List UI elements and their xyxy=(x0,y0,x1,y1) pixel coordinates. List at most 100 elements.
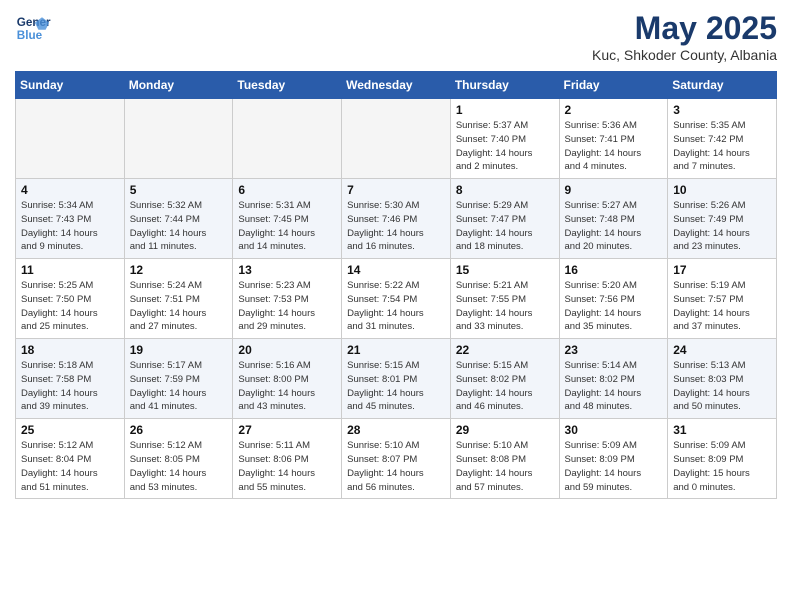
calendar-cell: 26 Sunrise: 5:12 AM Sunset: 8:05 PM Dayli… xyxy=(124,419,233,499)
calendar-cell: 27 Sunrise: 5:11 AM Sunset: 8:06 PM Dayli… xyxy=(233,419,342,499)
calendar-cell: 22 Sunrise: 5:15 AM Sunset: 8:02 PM Dayli… xyxy=(450,339,559,419)
day-number: 3 xyxy=(673,103,771,117)
calendar-cell: 19Sunrise: 5:17 AM Sunset: 7:59 PM Dayli… xyxy=(124,339,233,419)
day-number: 30 xyxy=(565,423,663,437)
calendar-cell: 21 Sunrise: 5:15 AM Sunset: 8:01 PM Dayli… xyxy=(342,339,451,419)
day-number: 29 xyxy=(456,423,554,437)
calendar-cell: 31 Sunrise: 5:09 AM Sunset: 8:09 PM Dayli… xyxy=(668,419,777,499)
weekday-header-row: SundayMondayTuesdayWednesdayThursdayFrid… xyxy=(16,72,777,99)
day-info: Sunrise: 5:15 AM Sunset: 8:01 PM Dayligh… xyxy=(347,359,445,414)
weekday-header-tuesday: Tuesday xyxy=(233,72,342,99)
day-info: Sunrise: 5:21 AM Sunset: 7:55 PM Dayligh… xyxy=(456,279,554,334)
weekday-header-saturday: Saturday xyxy=(668,72,777,99)
calendar-cell: 20 Sunrise: 5:16 AM Sunset: 8:00 PM Dayli… xyxy=(233,339,342,419)
calendar-cell: 4 Sunrise: 5:34 AM Sunset: 7:43 PM Daylig… xyxy=(16,179,125,259)
logo: General Blue xyxy=(15,10,51,46)
day-info: Sunrise: 5:36 AM Sunset: 7:41 PM Dayligh… xyxy=(565,119,663,174)
calendar-cell: 24Sunrise: 5:13 AM Sunset: 8:03 PM Dayli… xyxy=(668,339,777,419)
day-number: 19 xyxy=(130,343,228,357)
day-info: Sunrise: 5:24 AM Sunset: 7:51 PM Dayligh… xyxy=(130,279,228,334)
day-number: 14 xyxy=(347,263,445,277)
day-info: Sunrise: 5:11 AM Sunset: 8:06 PM Dayligh… xyxy=(238,439,336,494)
day-info: Sunrise: 5:09 AM Sunset: 8:09 PM Dayligh… xyxy=(673,439,771,494)
day-info: Sunrise: 5:32 AM Sunset: 7:44 PM Dayligh… xyxy=(130,199,228,254)
week-row-5: 25Sunrise: 5:12 AM Sunset: 8:04 PM Dayli… xyxy=(16,419,777,499)
weekday-header-friday: Friday xyxy=(559,72,668,99)
week-row-3: 11 Sunrise: 5:25 AM Sunset: 7:50 PM Dayli… xyxy=(16,259,777,339)
weekday-header-wednesday: Wednesday xyxy=(342,72,451,99)
day-number: 22 xyxy=(456,343,554,357)
day-info: Sunrise: 5:14 AM Sunset: 8:02 PM Dayligh… xyxy=(565,359,663,414)
calendar-cell: 9 Sunrise: 5:27 AM Sunset: 7:48 PM Daylig… xyxy=(559,179,668,259)
location-title: Kuc, Shkoder County, Albania xyxy=(592,47,777,63)
calendar-cell xyxy=(342,99,451,179)
day-number: 8 xyxy=(456,183,554,197)
calendar-cell: 8 Sunrise: 5:29 AM Sunset: 7:47 PM Daylig… xyxy=(450,179,559,259)
day-number: 26 xyxy=(130,423,228,437)
day-number: 18 xyxy=(21,343,119,357)
day-info: Sunrise: 5:27 AM Sunset: 7:48 PM Dayligh… xyxy=(565,199,663,254)
calendar-cell: 10Sunrise: 5:26 AM Sunset: 7:49 PM Dayli… xyxy=(668,179,777,259)
day-number: 7 xyxy=(347,183,445,197)
day-number: 4 xyxy=(21,183,119,197)
day-info: Sunrise: 5:19 AM Sunset: 7:57 PM Dayligh… xyxy=(673,279,771,334)
calendar-cell: 15 Sunrise: 5:21 AM Sunset: 7:55 PM Dayli… xyxy=(450,259,559,339)
day-info: Sunrise: 5:16 AM Sunset: 8:00 PM Dayligh… xyxy=(238,359,336,414)
day-number: 15 xyxy=(456,263,554,277)
title-block: May 2025 Kuc, Shkoder County, Albania xyxy=(592,10,777,63)
calendar-cell: 12Sunrise: 5:24 AM Sunset: 7:51 PM Dayli… xyxy=(124,259,233,339)
weekday-header-thursday: Thursday xyxy=(450,72,559,99)
weekday-header-monday: Monday xyxy=(124,72,233,99)
day-info: Sunrise: 5:15 AM Sunset: 8:02 PM Dayligh… xyxy=(456,359,554,414)
day-info: Sunrise: 5:34 AM Sunset: 7:43 PM Dayligh… xyxy=(21,199,119,254)
calendar-cell: 1 Sunrise: 5:37 AM Sunset: 7:40 PM Daylig… xyxy=(450,99,559,179)
day-info: Sunrise: 5:20 AM Sunset: 7:56 PM Dayligh… xyxy=(565,279,663,334)
week-row-2: 4 Sunrise: 5:34 AM Sunset: 7:43 PM Daylig… xyxy=(16,179,777,259)
day-number: 1 xyxy=(456,103,554,117)
calendar-cell: 25Sunrise: 5:12 AM Sunset: 8:04 PM Dayli… xyxy=(16,419,125,499)
calendar-cell xyxy=(124,99,233,179)
month-title: May 2025 xyxy=(592,10,777,47)
calendar-cell: 18 Sunrise: 5:18 AM Sunset: 7:58 PM Dayli… xyxy=(16,339,125,419)
week-row-4: 18 Sunrise: 5:18 AM Sunset: 7:58 PM Dayli… xyxy=(16,339,777,419)
svg-text:Blue: Blue xyxy=(17,29,43,42)
day-info: Sunrise: 5:25 AM Sunset: 7:50 PM Dayligh… xyxy=(21,279,119,334)
day-info: Sunrise: 5:35 AM Sunset: 7:42 PM Dayligh… xyxy=(673,119,771,174)
day-number: 16 xyxy=(565,263,663,277)
calendar-cell: 13 Sunrise: 5:23 AM Sunset: 7:53 PM Dayli… xyxy=(233,259,342,339)
day-info: Sunrise: 5:12 AM Sunset: 8:04 PM Dayligh… xyxy=(21,439,119,494)
calendar-cell: 3 Sunrise: 5:35 AM Sunset: 7:42 PM Daylig… xyxy=(668,99,777,179)
day-number: 24 xyxy=(673,343,771,357)
day-info: Sunrise: 5:37 AM Sunset: 7:40 PM Dayligh… xyxy=(456,119,554,174)
day-number: 9 xyxy=(565,183,663,197)
day-number: 11 xyxy=(21,263,119,277)
calendar-cell: 11 Sunrise: 5:25 AM Sunset: 7:50 PM Dayli… xyxy=(16,259,125,339)
day-number: 21 xyxy=(347,343,445,357)
calendar-cell xyxy=(233,99,342,179)
day-info: Sunrise: 5:10 AM Sunset: 8:08 PM Dayligh… xyxy=(456,439,554,494)
day-number: 31 xyxy=(673,423,771,437)
day-info: Sunrise: 5:09 AM Sunset: 8:09 PM Dayligh… xyxy=(565,439,663,494)
day-number: 20 xyxy=(238,343,336,357)
day-info: Sunrise: 5:12 AM Sunset: 8:05 PM Dayligh… xyxy=(130,439,228,494)
day-info: Sunrise: 5:22 AM Sunset: 7:54 PM Dayligh… xyxy=(347,279,445,334)
day-info: Sunrise: 5:10 AM Sunset: 8:07 PM Dayligh… xyxy=(347,439,445,494)
calendar-cell: 2 Sunrise: 5:36 AM Sunset: 7:41 PM Daylig… xyxy=(559,99,668,179)
weekday-header-sunday: Sunday xyxy=(16,72,125,99)
week-row-1: 1 Sunrise: 5:37 AM Sunset: 7:40 PM Daylig… xyxy=(16,99,777,179)
day-number: 2 xyxy=(565,103,663,117)
day-number: 23 xyxy=(565,343,663,357)
day-info: Sunrise: 5:29 AM Sunset: 7:47 PM Dayligh… xyxy=(456,199,554,254)
day-number: 10 xyxy=(673,183,771,197)
calendar-cell: 7Sunrise: 5:30 AM Sunset: 7:46 PM Daylig… xyxy=(342,179,451,259)
day-info: Sunrise: 5:31 AM Sunset: 7:45 PM Dayligh… xyxy=(238,199,336,254)
calendar-table: SundayMondayTuesdayWednesdayThursdayFrid… xyxy=(15,71,777,499)
calendar-cell: 6Sunrise: 5:31 AM Sunset: 7:45 PM Daylig… xyxy=(233,179,342,259)
day-number: 27 xyxy=(238,423,336,437)
calendar-cell: 17Sunrise: 5:19 AM Sunset: 7:57 PM Dayli… xyxy=(668,259,777,339)
day-info: Sunrise: 5:23 AM Sunset: 7:53 PM Dayligh… xyxy=(238,279,336,334)
day-number: 28 xyxy=(347,423,445,437)
page-header: General Blue May 2025 Kuc, Shkoder Count… xyxy=(15,10,777,63)
day-number: 13 xyxy=(238,263,336,277)
day-info: Sunrise: 5:18 AM Sunset: 7:58 PM Dayligh… xyxy=(21,359,119,414)
